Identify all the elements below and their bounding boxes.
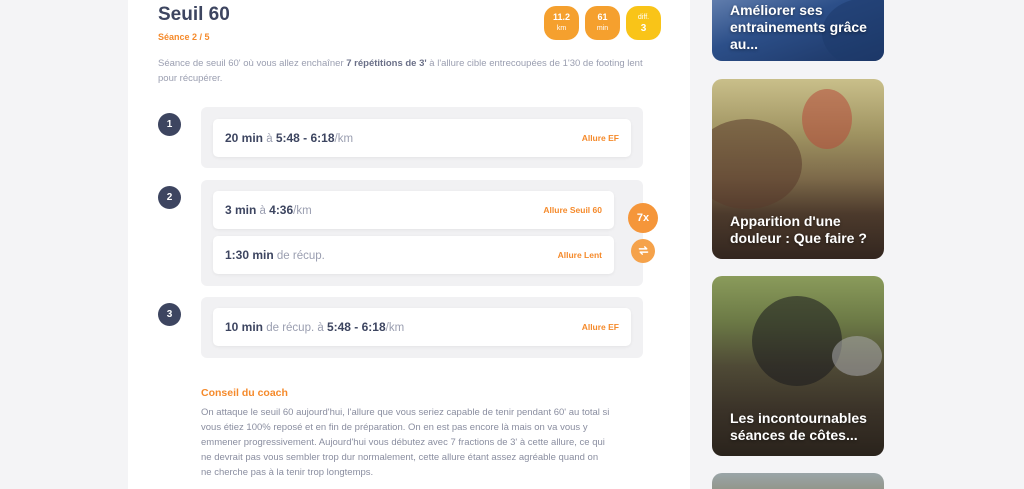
pace-tag: Allure Lent xyxy=(557,250,602,260)
step-block-2: 3 min à 4:36/km Allure Seuil 60 1:30 min… xyxy=(201,180,643,286)
article-card-next[interactable] xyxy=(712,473,884,489)
article-card-hills[interactable]: Les incontournables séances de côtes... xyxy=(712,276,884,456)
pace-tag: Allure EF xyxy=(581,133,619,143)
step-block-3: 10 min de récup. à 5:48 - 6:18/km Allure… xyxy=(201,297,643,358)
row-description: 3 min à 4:36/km xyxy=(225,203,312,217)
difficulty-label: diff. xyxy=(637,14,650,21)
step-row: 20 min à 5:48 - 6:18/km Allure EF xyxy=(213,119,631,157)
duration-unit: min xyxy=(596,25,609,32)
row-description: 20 min à 5:48 - 6:18/km xyxy=(225,131,354,145)
step-number: 1 xyxy=(158,113,181,136)
step-block-1: 20 min à 5:48 - 6:18/km Allure EF xyxy=(201,107,643,168)
step-number: 2 xyxy=(158,186,181,209)
row-description: 10 min de récup. à 5:48 - 6:18/km xyxy=(225,320,405,334)
article-title: Améliorer ses entrainements grâce au... xyxy=(730,2,867,52)
step-row: 3 min à 4:36/km Allure Seuil 60 xyxy=(213,191,614,229)
article-title: Les incontournables séances de côtes... xyxy=(730,410,867,443)
step-number: 3 xyxy=(158,303,181,326)
distance-value: 11.2 xyxy=(552,12,571,22)
article-title: Apparition d'une douleur : Que faire ? xyxy=(730,213,867,246)
difficulty-badge: diff. 3 xyxy=(626,6,661,40)
step-row: 10 min de récup. à 5:48 - 6:18/km Allure… xyxy=(213,308,631,346)
duration-value: 61 xyxy=(597,12,608,22)
repeat-count-badge: 7x xyxy=(628,203,658,233)
difficulty-value: 3 xyxy=(640,23,647,34)
session-subtitle: Séance 2 / 5 xyxy=(158,32,210,42)
session-description: Séance de seuil 60' où vous allez enchaî… xyxy=(158,58,643,84)
pace-tag: Allure EF xyxy=(581,322,619,332)
distance-unit: km xyxy=(556,25,567,32)
coach-advice-text: On attaque le seuil 60 aujourd'hui, l'al… xyxy=(201,407,610,478)
article-card-training[interactable]: Améliorer ses entrainements grâce au... xyxy=(712,0,884,61)
article-card-pain[interactable]: Apparition d'une douleur : Que faire ? xyxy=(712,79,884,259)
session-title: Seuil 60 xyxy=(158,4,230,25)
distance-badge: 11.2 km xyxy=(544,6,579,40)
cycle-icon xyxy=(631,239,655,263)
coach-advice-title: Conseil du coach xyxy=(201,387,288,399)
duration-badge: 61 min xyxy=(585,6,620,40)
step-row: 1:30 min de récup. Allure Lent xyxy=(213,236,614,274)
pace-tag: Allure Seuil 60 xyxy=(543,205,602,215)
row-description: 1:30 min de récup. xyxy=(225,248,325,262)
